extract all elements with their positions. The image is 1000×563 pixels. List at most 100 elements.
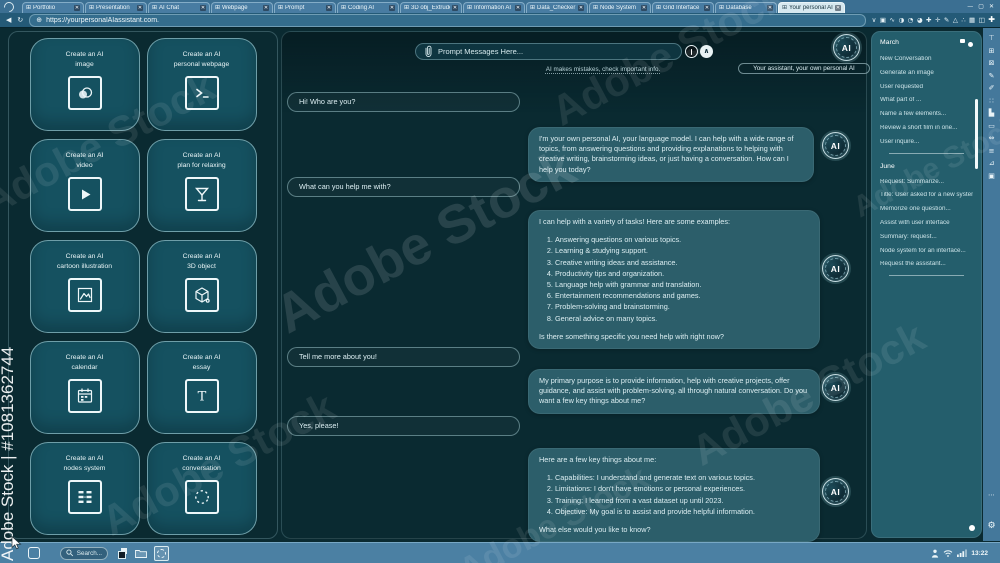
history-item[interactable]: Request: Summarize...: [880, 179, 973, 185]
tile-create-ai-cartoon-illustration[interactable]: Create an AI cartoon illustration: [29, 240, 140, 333]
browser-nav-bar: ◀ ↻ ⊕ https://yourpersonalAIassistant.co…: [0, 13, 1000, 28]
folder-app-icon[interactable]: [135, 549, 147, 558]
blocks-icon[interactable]: ▙: [989, 110, 994, 117]
history-item[interactable]: Name a few elements...: [880, 111, 973, 117]
tab-3d-obj-extrude[interactable]: ⊞ 3D obj_Extrude ✕: [400, 2, 462, 13]
scrollbar-thumb[interactable]: [975, 99, 978, 169]
tile-create-ai-calendar[interactable]: Create an AI calendar: [29, 341, 140, 434]
tile-create-ai-nodes-system[interactable]: Create an AI nodes system: [29, 442, 140, 535]
active-app-button[interactable]: [154, 545, 169, 561]
scroll-top-button[interactable]: ∧: [700, 45, 713, 58]
tab-close-icon[interactable]: ✕: [263, 5, 269, 11]
signal-icon[interactable]: [957, 549, 968, 557]
tab-close-icon[interactable]: ✕: [578, 5, 584, 11]
url-bar[interactable]: ⊕ https://yourpersonalAIassistant.com.: [29, 13, 866, 27]
voice-input-button[interactable]: [685, 45, 698, 58]
close-icon[interactable]: ✕: [989, 3, 994, 10]
wifi-icon[interactable]: [943, 549, 953, 557]
tab-close-icon[interactable]: ✕: [137, 5, 143, 11]
user-status-icon[interactable]: [931, 549, 939, 558]
pin-icon[interactable]: [960, 39, 965, 43]
history-item[interactable]: Request the assistant...: [880, 261, 973, 267]
quarter-circle-icon[interactable]: ◔: [908, 17, 914, 24]
tab-prompt[interactable]: ⊞ Prompt ✕: [274, 2, 336, 13]
list-icon[interactable]: ≡: [989, 147, 995, 155]
history-item[interactable]: Review a short film in one...: [880, 125, 973, 131]
tab-close-icon[interactable]: ✕: [326, 5, 332, 11]
text-tool-icon[interactable]: ⊤: [988, 35, 994, 42]
history-item[interactable]: Node system for an interface...: [880, 248, 973, 254]
chevron-down-icon[interactable]: ∨: [872, 17, 877, 24]
tile-create-ai-3d-object[interactable]: Create an AI 3D object: [146, 240, 257, 333]
tab-close-icon[interactable]: ✕: [641, 5, 647, 11]
back-icon[interactable]: ◀: [6, 16, 11, 24]
refresh-icon[interactable]: ↻: [17, 16, 23, 24]
history-item[interactable]: Assist with user interface: [880, 220, 973, 226]
history-item[interactable]: Generate an image: [880, 70, 973, 76]
tab-close-icon[interactable]: ✕: [704, 5, 710, 11]
wave-tool-icon[interactable]: ∿: [890, 17, 895, 24]
add-icon[interactable]: ✚: [988, 16, 995, 24]
tile-create-ai-personal-webpage[interactable]: Create an AI personal webpage: [146, 38, 257, 131]
tab-your-personal-ai[interactable]: ⊞ Your personal AI ✕: [778, 2, 845, 13]
history-item[interactable]: Summary: request...: [880, 234, 973, 240]
history-item[interactable]: User requested: [880, 84, 973, 90]
tab-node-system[interactable]: ⊞ Node System ✕: [589, 2, 651, 13]
monitor-icon[interactable]: ▭: [988, 122, 995, 130]
history-item[interactable]: New Conversation: [880, 56, 973, 62]
tab-close-icon[interactable]: ✕: [200, 5, 206, 11]
tab-coding-ai[interactable]: ⊞ Coding AI ✕: [337, 2, 399, 13]
tab-presentation[interactable]: ⊞ Presentation ✕: [85, 2, 147, 13]
grid-tool-icon[interactable]: ▦: [969, 17, 975, 24]
pen-icon[interactable]: ✎: [989, 72, 995, 80]
layers-app-icon[interactable]: [118, 548, 128, 559]
taskbar-search[interactable]: Search...: [60, 546, 108, 560]
prompt-input[interactable]: Prompt Messages Here...: [415, 43, 682, 60]
tab-close-icon[interactable]: ✕: [515, 5, 521, 11]
tile-create-ai-image[interactable]: Create an AI image: [29, 38, 140, 131]
tab-close-icon[interactable]: ✕: [389, 5, 395, 11]
tab-ai-chat[interactable]: ⊞ AI Chat ✕: [148, 2, 210, 13]
plus-tool-icon[interactable]: ✚: [926, 17, 931, 24]
tab-information-ai[interactable]: ⊞ Information AI ✕: [463, 2, 525, 13]
status-dot-icon[interactable]: [968, 42, 973, 47]
dots-grid-icon[interactable]: ∷: [989, 97, 993, 105]
tab-data-checker[interactable]: ⊞ Data_Checker ✕: [526, 2, 588, 13]
frame-icon[interactable]: ▣: [988, 172, 995, 180]
swap-icon[interactable]: ⇔: [989, 135, 995, 142]
contrast-tool-icon[interactable]: ◑: [898, 17, 904, 24]
dots-tool-icon[interactable]: ∴: [961, 17, 965, 24]
history-item[interactable]: What part of ...: [880, 97, 973, 103]
start-button[interactable]: [28, 547, 40, 559]
history-item[interactable]: User inquire...: [880, 139, 973, 145]
delete-frame-icon[interactable]: ⊠: [989, 60, 995, 67]
cross-tool-icon[interactable]: ✛: [935, 17, 940, 24]
tile-create-ai-essay[interactable]: Create an AI essay T: [146, 341, 257, 434]
frame-icon[interactable]: ▣: [880, 17, 886, 24]
pencil-icon[interactable]: ✐: [989, 85, 995, 92]
tile-create-ai-video[interactable]: Create an AI video: [29, 139, 140, 232]
tile-create-ai-plan-for-relaxing[interactable]: Create an AI plan for relaxing: [146, 139, 257, 232]
history-item[interactable]: Memorize one question...: [880, 206, 973, 212]
tab-grid-interface[interactable]: ⊞ Grid Interface ✕: [652, 2, 714, 13]
tab-close-icon[interactable]: ✕: [767, 5, 773, 11]
history-item[interactable]: Title: User asked for a new system: [880, 192, 973, 198]
angle-chart-icon[interactable]: ⊿: [989, 160, 995, 167]
minimize-icon[interactable]: —: [967, 3, 973, 10]
tab-webpage[interactable]: ⊞ Webpage ✕: [211, 2, 273, 13]
tab-close-icon[interactable]: ✕: [452, 5, 458, 11]
tile-create-ai-conversation[interactable]: Create an AI conversation: [146, 442, 257, 535]
three-quarter-circle-icon[interactable]: ◕: [917, 17, 923, 24]
tab-close-icon[interactable]: ✕: [835, 5, 841, 11]
maximize-icon[interactable]: ▢: [978, 3, 984, 10]
columns-tool-icon[interactable]: ◫: [979, 17, 985, 24]
scroll-bottom-dot[interactable]: [969, 525, 975, 531]
tab-database[interactable]: ⊞ Database ✕: [715, 2, 777, 13]
add-frame-icon[interactable]: ⊞: [989, 47, 995, 55]
triangle-tool-icon[interactable]: △: [953, 17, 958, 24]
pencil-tool-icon[interactable]: ✎: [944, 17, 949, 24]
tab-close-icon[interactable]: ✕: [74, 5, 80, 11]
more-options-icon[interactable]: ⋯: [983, 492, 1000, 499]
gear-icon[interactable]: ⚙: [983, 522, 1000, 531]
tab-portfolio[interactable]: ⊞ Portfolio ✕: [22, 2, 84, 13]
